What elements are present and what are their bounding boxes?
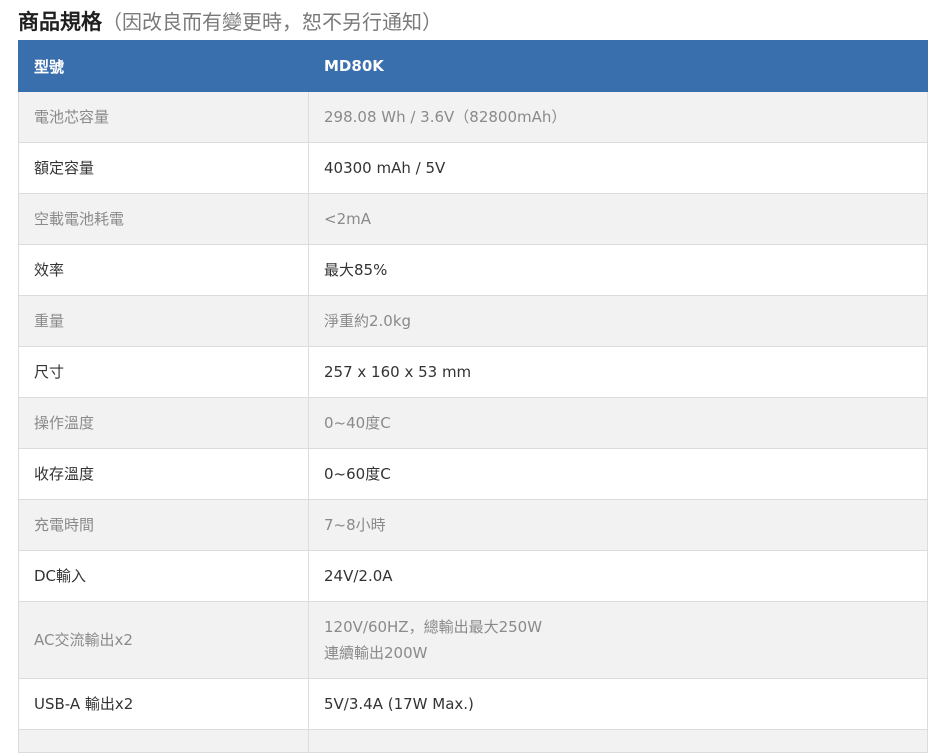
page-title-main: 商品規格 [18, 10, 102, 34]
spec-value: 0~40度C [308, 397, 928, 449]
spec-label: AC交流輸出x2 [18, 601, 309, 679]
table-row: USB-A 輸出x2 5V/3.4A (17W Max.) [18, 678, 928, 730]
spec-value: 24V/2.0A [308, 550, 928, 602]
spec-table: 型號 MD80K 電池芯容量 298.08 Wh / 3.6V（82800mAh… [18, 40, 928, 753]
spec-value: 淨重約2.0kg [308, 295, 928, 347]
spec-value: 最大85% [308, 244, 928, 296]
table-row-partial [18, 729, 928, 753]
spec-label: 重量 [18, 295, 309, 347]
spec-label: 操作溫度 [18, 397, 309, 449]
header-value-model: MD80K [308, 40, 928, 92]
table-row: 尺寸 257 x 160 x 53 mm [18, 346, 928, 398]
spec-value: 257 x 160 x 53 mm [308, 346, 928, 398]
spec-label: 額定容量 [18, 142, 309, 194]
spec-value-line: 連續輸出200W [324, 644, 428, 662]
spec-value: 5V/3.4A (17W Max.) [308, 678, 928, 730]
table-row: 電池芯容量 298.08 Wh / 3.6V（82800mAh） [18, 91, 928, 143]
spec-value: 120V/60HZ，總輸出最大250W 連續輸出200W [308, 601, 928, 679]
table-row: DC輸入 24V/2.0A [18, 550, 928, 602]
spec-value: 40300 mAh / 5V [308, 142, 928, 194]
table-row: 額定容量 40300 mAh / 5V [18, 142, 928, 194]
spec-value-line: 120V/60HZ，總輸出最大250W [324, 618, 543, 636]
spec-value: 0~60度C [308, 448, 928, 500]
spec-label: DC輸入 [18, 550, 309, 602]
table-row: 效率 最大85% [18, 244, 928, 296]
table-row: AC交流輸出x2 120V/60HZ，總輸出最大250W 連續輸出200W [18, 601, 928, 679]
spec-value-empty [308, 729, 928, 753]
spec-label: 尺寸 [18, 346, 309, 398]
spec-label: 空載電池耗電 [18, 193, 309, 245]
spec-table-header-row: 型號 MD80K [18, 40, 928, 92]
table-row: 重量 淨重約2.0kg [18, 295, 928, 347]
spec-value: <2mA [308, 193, 928, 245]
table-row: 收存溫度 0~60度C [18, 448, 928, 500]
spec-label: 收存溫度 [18, 448, 309, 500]
spec-value: 7~8小時 [308, 499, 928, 551]
header-label-model: 型號 [18, 40, 309, 92]
table-row: 操作溫度 0~40度C [18, 397, 928, 449]
spec-label-empty [18, 729, 309, 753]
spec-label: 電池芯容量 [18, 91, 309, 143]
spec-label: USB-A 輸出x2 [18, 678, 309, 730]
page-title: 商品規格（因改良而有變更時，恕不另行通知） [18, 6, 442, 38]
table-row: 空載電池耗電 <2mA [18, 193, 928, 245]
table-row: 充電時間 7~8小時 [18, 499, 928, 551]
spec-label: 充電時間 [18, 499, 309, 551]
spec-value: 298.08 Wh / 3.6V（82800mAh） [308, 91, 928, 143]
spec-label: 效率 [18, 244, 309, 296]
page-title-note: （因改良而有變更時，恕不另行通知） [102, 10, 442, 34]
